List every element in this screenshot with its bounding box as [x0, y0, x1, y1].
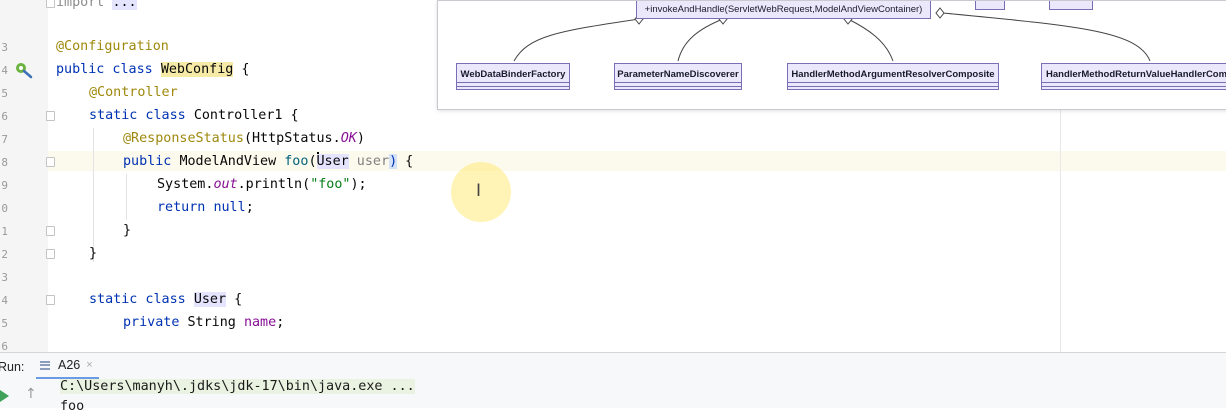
console-tab-icon [40, 360, 50, 370]
scroll-up-icon[interactable]: ↑ [25, 386, 37, 402]
editor-gutter: 3 4 5 6 7 8 9 0 1 2 3 4 5 6 [0, 0, 48, 353]
run-tab-label: A26 [58, 358, 81, 372]
line-number: 3 [1, 41, 8, 54]
code-line-controller-decl: static class Controller1 { [89, 108, 299, 123]
run-icon[interactable] [0, 390, 9, 402]
code-line-class-decl: public class WebConfig { [56, 62, 250, 77]
fold-marker-icon[interactable] [46, 226, 55, 236]
line-number: 1 [1, 225, 8, 238]
indent-guide [126, 174, 127, 220]
uml-class-argument-resolver-composite: HandlerMethodArgumentResolverComposite [787, 63, 999, 90]
run-panel-label: Run: [0, 360, 25, 374]
line-number: 7 [1, 133, 8, 146]
fold-marker-icon[interactable] [46, 295, 55, 305]
line-number: 4 [1, 64, 8, 77]
indent-guide [93, 128, 94, 262]
code-line-println: System.out.println("foo"); [157, 177, 367, 192]
console-command-line: C:\Users\manyh\.jdks\jdk-17\bin\java.exe… [60, 379, 415, 394]
uml-class-return-value-handler-composite: HandlerMethodReturnValueHandlerComposite [1041, 63, 1226, 90]
code-line-import: import ... [56, 0, 137, 13]
line-number: 2 [1, 248, 8, 261]
run-tab-a26[interactable]: A26 × [36, 353, 99, 379]
fold-marker-icon[interactable] [46, 111, 55, 121]
line-number: 5 [1, 317, 8, 330]
code-line-return: return null; [157, 200, 254, 215]
run-toolbar: ↑ [0, 379, 52, 409]
line-number: 0 [1, 202, 8, 215]
spring-bean-icon[interactable] [14, 61, 34, 79]
uml-method-box: +invokeAndHandle(ServletWebRequest,Model… [636, 1, 931, 19]
line-number: 3 [1, 271, 8, 284]
text-cursor-icon: I [476, 181, 482, 201]
code-line-user-field: private String name; [123, 315, 285, 330]
close-icon[interactable]: × [86, 359, 92, 371]
fold-marker-icon[interactable] [46, 249, 55, 259]
code-line-close-class: } [89, 246, 98, 261]
line-number: 8 [1, 156, 8, 169]
code-line-controller-annotation: @Controller [89, 85, 178, 100]
uml-class-web-data-binder-factory: WebDataBinderFactory [456, 63, 570, 90]
code-editor[interactable]: 3 4 5 6 7 8 9 0 1 2 3 4 5 6 import ... @… [0, 0, 1226, 353]
line-number: 6 [1, 110, 8, 123]
uml-class-parameter-name-discoverer: ParameterNameDiscoverer [614, 63, 742, 90]
fold-marker-icon[interactable] [46, 157, 55, 167]
code-line-user-decl: static class User { [89, 292, 243, 307]
run-tool-window: Run: A26 × ↑ C:\Users\manyh\.jdks\jdk-17… [0, 352, 1226, 414]
code-line-configuration: @Configuration [56, 39, 169, 54]
line-number: 9 [1, 179, 8, 192]
code-line-response-status: @ResponseStatus(HttpStatus.OK) [123, 131, 365, 146]
console-output-line: foo [60, 399, 85, 414]
line-number: 5 [1, 87, 8, 100]
console-output[interactable]: C:\Users\manyh\.jdks\jdk-17\bin\java.exe… [60, 377, 415, 417]
uml-class-box [975, 1, 1005, 10]
code-line-close-method: } [123, 223, 132, 238]
uml-class-box [1049, 1, 1093, 10]
code-line-method-decl: public ModelAndView foo(User user) { [123, 152, 414, 169]
line-number: 4 [1, 294, 8, 307]
fold-marker-icon[interactable] [46, 0, 55, 8]
uml-class-diagram: +invokeAndHandle(ServletWebRequest,Model… [437, 0, 1226, 110]
